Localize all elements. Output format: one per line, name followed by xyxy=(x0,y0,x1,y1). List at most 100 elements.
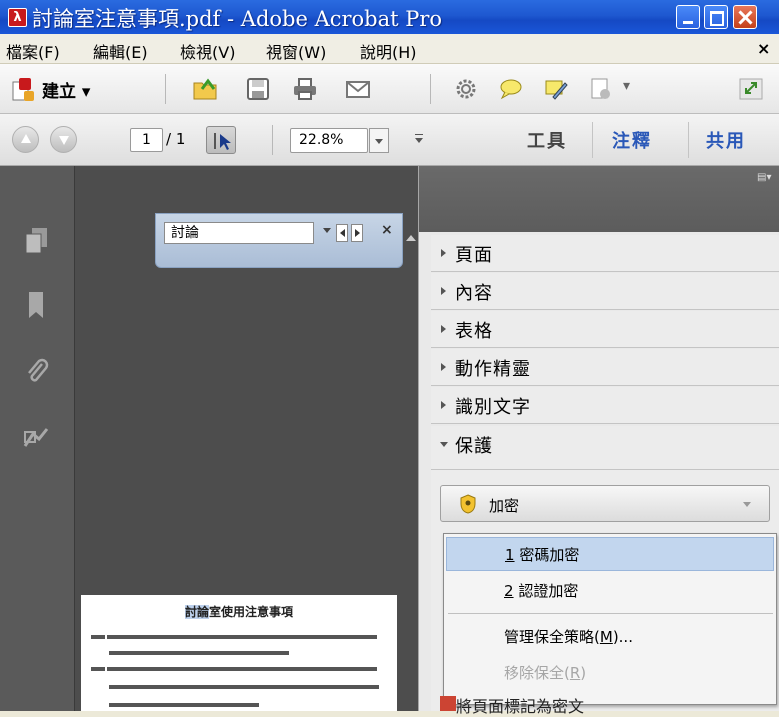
toolbar-separator xyxy=(430,74,431,104)
toolbar-separator xyxy=(165,74,166,104)
menu-item-label: 密碼加密 xyxy=(514,546,580,564)
attachments-paperclip-icon[interactable] xyxy=(23,358,51,388)
next-page-button[interactable] xyxy=(50,126,77,153)
comment-icon[interactable] xyxy=(498,77,524,101)
save-icon[interactable] xyxy=(245,77,271,101)
menu-item-manage-security-policies[interactable]: 管理保全策略(M)... xyxy=(446,620,774,654)
pdf-page[interactable]: 討論室使用注意事項 xyxy=(81,595,397,711)
shortcut-key: 1 xyxy=(505,546,515,564)
document-close-icon[interactable]: × xyxy=(757,39,770,58)
bookmarks-icon[interactable] xyxy=(23,290,51,320)
expand-arrow-icon xyxy=(441,249,446,257)
menu-file[interactable]: 檔案(F) xyxy=(6,39,60,63)
expand-arrow-icon xyxy=(441,401,446,409)
expand-arrow-icon xyxy=(441,363,446,371)
shortcut-key: M xyxy=(599,628,613,646)
find-next-button[interactable] xyxy=(351,224,363,242)
section-label: 內容 xyxy=(455,283,493,304)
export-icon[interactable] xyxy=(588,77,614,101)
tab-comment[interactable]: 注釋 xyxy=(612,127,652,153)
email-icon[interactable] xyxy=(345,77,371,101)
previous-page-button[interactable] xyxy=(12,126,39,153)
menu-item-suffix: ) xyxy=(580,664,587,682)
menu-item-password-encrypt[interactable]: 1 密碼加密 xyxy=(446,537,774,571)
print-icon[interactable] xyxy=(292,77,318,101)
menu-help[interactable]: 說明(H) xyxy=(360,39,417,63)
zoom-input[interactable]: 22.8% xyxy=(290,128,368,153)
expand-arrow-icon xyxy=(441,325,446,333)
settings-icon[interactable] xyxy=(453,77,479,101)
zoom-dropdown-chevron-icon[interactable] xyxy=(369,128,389,153)
find-toolbar: 討論 × xyxy=(155,213,403,268)
expand-arrow-icon xyxy=(441,287,446,295)
document-text-line xyxy=(109,649,289,656)
encrypt-button[interactable]: 加密 xyxy=(440,485,770,522)
tools-pane-header: ▤▾ xyxy=(419,166,779,232)
sign-icon[interactable] xyxy=(543,77,569,101)
document-text-line xyxy=(91,633,377,640)
document-text-line xyxy=(109,683,379,690)
more-tools-chevron-icon[interactable]: ▾ xyxy=(623,78,630,94)
menu-edit[interactable]: 編輯(E) xyxy=(93,39,148,63)
section-label: 頁面 xyxy=(455,245,493,266)
document-text-line xyxy=(109,701,259,708)
panel-options-icon[interactable]: ▤▾ xyxy=(757,172,773,184)
toolbar: 建立 ▾ ▾ xyxy=(0,64,779,114)
menu-bar: 檔案(F) 編輯(E) 檢視(V) 視窗(W) 說明(H) × xyxy=(0,34,779,64)
menu-item-remove-security: 移除保全(R) xyxy=(446,656,774,690)
section-forms[interactable]: 表格 xyxy=(431,311,779,348)
page-number-input[interactable]: 1 xyxy=(130,128,163,152)
section-text-recognition[interactable]: 識別文字 xyxy=(431,387,779,424)
section-content[interactable]: 內容 xyxy=(431,273,779,310)
menu-separator xyxy=(448,613,773,614)
find-input[interactable]: 討論 xyxy=(164,222,314,244)
shortcut-key: 2 xyxy=(504,582,514,600)
find-options-chevron-icon[interactable] xyxy=(323,228,331,233)
scroll-up-arrow-icon[interactable] xyxy=(404,232,418,246)
document-heading-text: 室使用注意事項 xyxy=(209,605,294,619)
open-icon[interactable] xyxy=(192,77,218,101)
nav-separator xyxy=(272,125,273,155)
tab-tools[interactable]: 工具 xyxy=(527,127,567,153)
section-label: 表格 xyxy=(455,321,493,342)
menu-view[interactable]: 檢視(V) xyxy=(180,39,235,63)
collapse-arrow-icon xyxy=(440,442,448,447)
document-heading: 討論室使用注意事項 xyxy=(81,603,397,620)
create-icon[interactable] xyxy=(10,77,36,101)
mark-for-redaction-item[interactable]: 將頁面標記為密文 xyxy=(456,693,584,717)
redact-marker-icon xyxy=(440,696,456,711)
create-button[interactable]: 建立 ▾ xyxy=(42,77,90,102)
section-label: 識別文字 xyxy=(455,397,531,418)
menu-window[interactable]: 視窗(W) xyxy=(266,39,326,63)
shield-icon xyxy=(460,494,476,514)
maximize-button[interactable] xyxy=(704,5,728,29)
section-label: 保護 xyxy=(455,436,493,457)
encrypt-menu: 1 密碼加密 2 認證加密 管理保全策略(M)... 移除保全(R) xyxy=(443,533,777,705)
find-previous-button[interactable] xyxy=(336,224,348,242)
navigation-pane xyxy=(0,166,75,711)
signatures-icon[interactable] xyxy=(23,424,51,454)
section-label: 動作精靈 xyxy=(455,359,531,380)
menu-item-label: 移除保全( xyxy=(504,664,570,682)
minimize-button[interactable] xyxy=(676,5,700,29)
tab-share[interactable]: 共用 xyxy=(706,127,746,153)
section-protection[interactable]: 保護 xyxy=(431,426,779,470)
find-close-button[interactable]: × xyxy=(381,222,393,238)
menu-item-label: 管理保全策略( xyxy=(504,628,600,646)
toolbar-options-chevron-icon[interactable] xyxy=(410,128,426,153)
page-total: / 1 xyxy=(166,130,186,148)
menu-item-suffix: )... xyxy=(612,628,633,646)
navigation-bar: 1 / 1 22.8% 工具 注釋 共用 xyxy=(0,114,779,166)
chevron-left-icon xyxy=(340,229,345,237)
page-thumbnails-icon[interactable] xyxy=(23,226,51,256)
section-pages[interactable]: 頁面 xyxy=(431,235,779,272)
encrypt-label: 加密 xyxy=(489,497,520,515)
close-button[interactable] xyxy=(733,5,757,29)
title-bar[interactable]: λ 討論室注意事項.pdf - Adobe Acrobat Pro xyxy=(0,0,779,34)
select-tool-button[interactable] xyxy=(206,126,236,154)
acrobat-app-icon[interactable]: λ xyxy=(8,8,27,27)
fullscreen-icon[interactable] xyxy=(738,77,764,101)
menu-item-certificate-encrypt[interactable]: 2 認證加密 xyxy=(446,574,774,608)
section-action-wizard[interactable]: 動作精靈 xyxy=(431,349,779,386)
encrypt-chevron-down-icon xyxy=(743,502,751,507)
